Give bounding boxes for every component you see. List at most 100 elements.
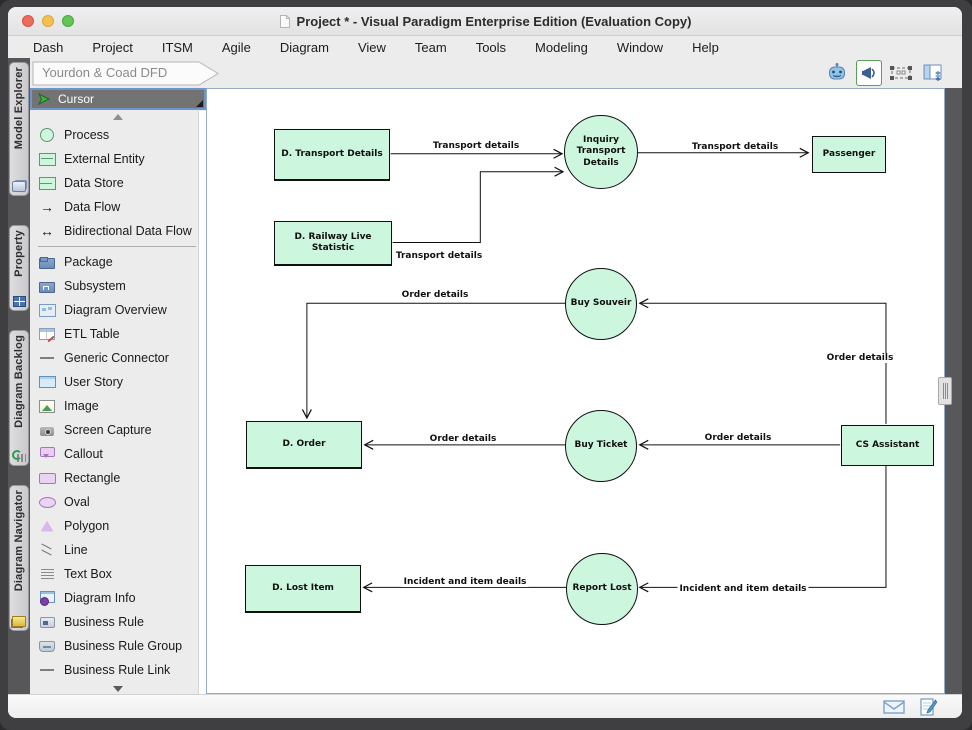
menu-modeling[interactable]: Modeling bbox=[535, 40, 588, 55]
palette-item-process[interactable]: Process bbox=[30, 123, 206, 147]
edge-incident-to-report-lost[interactable] bbox=[640, 465, 886, 588]
panel-collapse-handle[interactable] bbox=[938, 377, 952, 405]
flow-label[interactable]: Incident and item deails bbox=[402, 577, 529, 587]
flow-label[interactable]: Order details bbox=[428, 434, 499, 444]
process-icon bbox=[38, 128, 56, 143]
palette-item-label: Data Flow bbox=[64, 200, 120, 214]
palette-separator bbox=[38, 246, 196, 247]
palette-item-label: Bidirectional Data Flow bbox=[64, 224, 192, 238]
document-proxy-icon bbox=[279, 14, 291, 29]
node-data-store[interactable]: D. Transport Details bbox=[274, 129, 390, 181]
palette-item-cursor[interactable]: Cursor bbox=[30, 88, 206, 110]
user-story-icon bbox=[38, 375, 56, 390]
palette-item-external-entity[interactable]: External Entity bbox=[30, 147, 206, 171]
palette-item-label: Subsystem bbox=[64, 279, 126, 293]
palette-item-label: Diagram Info bbox=[64, 591, 136, 605]
tab-property[interactable]: Property bbox=[9, 225, 29, 311]
shape-palette: Cursor ProcessExternal Entity Data Store D… bbox=[30, 88, 206, 694]
edge-order-details-to-order-store[interactable] bbox=[307, 303, 565, 418]
palette-item-screen-capture[interactable]: Screen Capture bbox=[30, 418, 206, 442]
oval-icon bbox=[38, 495, 56, 510]
palette-item-label: Data Store bbox=[64, 176, 124, 190]
node-external-entity[interactable]: Passenger bbox=[812, 136, 886, 173]
palette-scroll-down[interactable] bbox=[30, 682, 206, 694]
palette-item-business-rule-group[interactable]: Business Rule Group bbox=[30, 634, 206, 658]
flow-label[interactable]: Transport details bbox=[431, 141, 521, 151]
business-rule-group-icon bbox=[38, 639, 56, 654]
palette-item-label: Business Rule bbox=[64, 615, 144, 629]
side-tab-label: Diagram Backlog bbox=[13, 335, 25, 428]
palette-item-business-rule-link[interactable]: Business Rule Link bbox=[30, 658, 206, 682]
palette-item-label: Image bbox=[64, 399, 99, 413]
etl-table-icon bbox=[38, 327, 56, 342]
menu-agile[interactable]: Agile bbox=[222, 40, 251, 55]
flow-label[interactable]: Transport details bbox=[394, 251, 484, 261]
palette-item-image[interactable]: Image bbox=[30, 394, 206, 418]
palette-item-business-rule[interactable]: Business Rule bbox=[30, 610, 206, 634]
menu-diagram[interactable]: Diagram bbox=[280, 40, 329, 55]
compose-note-icon[interactable] bbox=[919, 697, 938, 717]
shape-type-selector[interactable]: Yourdon & Coad DFD bbox=[32, 61, 222, 86]
palette-item-user-story[interactable]: User Story bbox=[30, 370, 206, 394]
flow-label[interactable]: Order details bbox=[825, 353, 896, 363]
palette-item-label: Callout bbox=[64, 447, 103, 461]
tab-diagram-backlog[interactable]: Diagram Backlog bbox=[9, 330, 29, 466]
diagram-backlog-icon bbox=[12, 450, 26, 462]
node-process[interactable]: Report Lost bbox=[566, 553, 638, 625]
node-process[interactable]: Buy Souveir bbox=[565, 268, 637, 340]
palette-item-diagram-overview[interactable]: Diagram Overview bbox=[30, 298, 206, 322]
node-process[interactable]: Inquiry Transport Details bbox=[564, 115, 638, 189]
assistant-robot-icon[interactable] bbox=[824, 60, 850, 86]
flow-label[interactable]: Order details bbox=[400, 290, 471, 300]
palette-item-oval[interactable]: Oval bbox=[30, 490, 206, 514]
menu-project[interactable]: Project bbox=[92, 40, 132, 55]
external-entity-icon bbox=[38, 152, 56, 167]
side-tab-label: Model Explorer bbox=[13, 67, 25, 149]
node-data-store[interactable]: D. Lost Item bbox=[245, 565, 361, 613]
palette-item-rectangle[interactable]: Rectangle bbox=[30, 466, 206, 490]
palette-scroll-up[interactable] bbox=[30, 110, 206, 123]
edge-order-details-to-buy-souvenir[interactable] bbox=[640, 303, 886, 424]
tab-diagram-navigator[interactable]: Diagram Navigator bbox=[9, 485, 29, 631]
palette-item-label: ETL Table bbox=[64, 327, 120, 341]
palette-item-bidirectional-data-flow[interactable]: Bidirectional Data Flow bbox=[30, 219, 206, 243]
menu-team[interactable]: Team bbox=[415, 40, 447, 55]
palette-item-package[interactable]: Package bbox=[30, 250, 206, 274]
menu-help[interactable]: Help bbox=[692, 40, 719, 55]
palette-item-data-store[interactable]: Data Store bbox=[30, 171, 206, 195]
menu-itsm[interactable]: ITSM bbox=[162, 40, 193, 55]
flow-label[interactable]: Incident and item details bbox=[677, 584, 808, 594]
node-process[interactable]: Buy Ticket bbox=[565, 410, 637, 482]
palette-item-polygon[interactable]: Polygon bbox=[30, 514, 206, 538]
business-rule-icon bbox=[38, 615, 56, 630]
tab-model-explorer[interactable]: Model Explorer bbox=[9, 62, 29, 196]
menu-view[interactable]: View bbox=[358, 40, 386, 55]
node-data-store[interactable]: D. Railway Live Statistic bbox=[274, 221, 392, 266]
menu-tools[interactable]: Tools bbox=[476, 40, 506, 55]
palette-item-line[interactable]: Line bbox=[30, 538, 206, 562]
palette-item-callout[interactable]: Callout bbox=[30, 442, 206, 466]
palette-item-data-flow[interactable]: Data Flow bbox=[30, 195, 206, 219]
palette-item-diagram-info[interactable]: Diagram Info bbox=[30, 586, 206, 610]
selection-frame-icon[interactable] bbox=[888, 60, 914, 86]
menu-dash[interactable]: Dash bbox=[33, 40, 63, 55]
announcement-icon[interactable] bbox=[856, 60, 882, 86]
panel-layers-icon[interactable] bbox=[920, 60, 946, 86]
side-tab-label: Property bbox=[13, 230, 25, 277]
node-external-entity[interactable]: CS Assistant bbox=[841, 425, 934, 466]
edge-transport-details-3[interactable] bbox=[393, 172, 563, 243]
diagram-canvas[interactable]: D. Transport Details D. Railway Live Sta… bbox=[206, 88, 945, 694]
title-bar[interactable]: Project * - Visual Paradigm Enterprise E… bbox=[8, 7, 962, 36]
palette-item-text-box[interactable]: Text Box bbox=[30, 562, 206, 586]
business-rule-link-icon bbox=[38, 663, 56, 678]
palette-item-label: Screen Capture bbox=[64, 423, 152, 437]
flow-label[interactable]: Transport details bbox=[690, 142, 780, 152]
palette-item-etl-table[interactable]: ETL Table bbox=[30, 322, 206, 346]
menu-window[interactable]: Window bbox=[617, 40, 663, 55]
node-data-store[interactable]: D. Order bbox=[246, 421, 362, 469]
mail-icon[interactable] bbox=[883, 699, 905, 715]
flow-label[interactable]: Order details bbox=[703, 433, 774, 443]
palette-item-subsystem[interactable]: Subsystem bbox=[30, 274, 206, 298]
palette-item-generic-connector[interactable]: Generic Connector bbox=[30, 346, 206, 370]
palette-item-label: Diagram Overview bbox=[64, 303, 167, 317]
